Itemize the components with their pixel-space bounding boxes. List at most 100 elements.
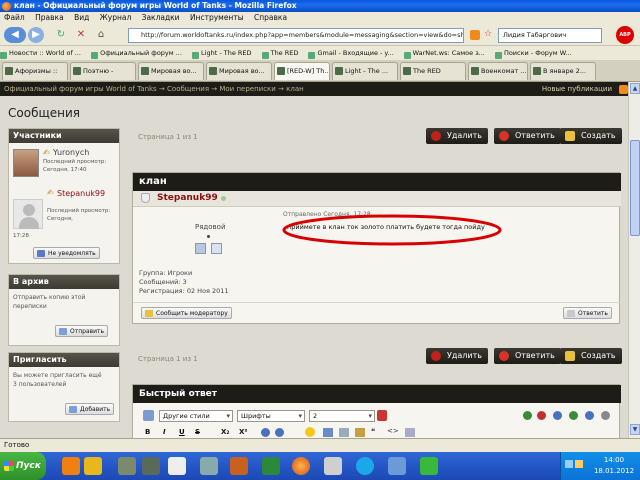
scroll-up-arrow[interactable]: ▲ xyxy=(630,83,640,94)
bookmark-item[interactable]: The RED xyxy=(262,49,299,57)
reload-icon[interactable]: ↻ xyxy=(54,27,68,43)
menu-history[interactable]: Журнал xyxy=(100,13,132,22)
browser-tab[interactable]: Военкомат ... xyxy=(468,62,528,80)
underline-button[interactable]: U xyxy=(179,428,185,436)
game-icon[interactable] xyxy=(142,457,160,475)
browser-tab[interactable]: Поэтню - xyxy=(70,62,136,80)
participant-name[interactable]: Yuronych xyxy=(53,148,89,157)
archive-send-button[interactable]: Отправить xyxy=(55,325,109,337)
app-icon[interactable] xyxy=(168,457,186,475)
invite-add-button[interactable]: Добавить xyxy=(65,403,115,415)
app-icon[interactable] xyxy=(262,457,280,475)
browser-tab-active[interactable]: [RED-W] Th... xyxy=(274,62,330,80)
home-icon[interactable]: ⌂ xyxy=(94,27,108,43)
image-icon[interactable] xyxy=(339,428,349,437)
game-icon[interactable] xyxy=(118,457,136,475)
superscript-button[interactable]: X² xyxy=(239,428,247,436)
fonts-select[interactable]: Шрифты xyxy=(237,410,305,422)
post-reply-button[interactable]: Ответить xyxy=(563,307,612,319)
styles-select[interactable]: Другие стили xyxy=(159,410,233,422)
browser-tab[interactable]: Афоризмы :: xyxy=(2,62,68,80)
browser-tab[interactable]: Мировая во... xyxy=(138,62,204,80)
browser-tab[interactable]: Мировая во... xyxy=(206,62,272,80)
breadcrumb-path[interactable]: Официальный форум игры World of Tanks → … xyxy=(4,85,304,93)
bookmark-item[interactable]: Новости :: World of ... xyxy=(0,49,81,57)
app-icon[interactable] xyxy=(324,457,342,475)
folder-icon[interactable] xyxy=(84,457,102,475)
spoiler-icon[interactable] xyxy=(405,428,415,437)
toolbar-icon[interactable] xyxy=(523,411,532,420)
start-button[interactable]: Пуск xyxy=(0,452,46,480)
menu-edit[interactable]: Правка xyxy=(35,13,64,22)
size-select[interactable]: 2 xyxy=(309,410,375,422)
adblock-icon[interactable]: ABP xyxy=(616,26,634,44)
app-icon[interactable] xyxy=(388,457,406,475)
link-icon[interactable] xyxy=(323,428,333,437)
menu-tools[interactable]: Инструменты xyxy=(190,13,244,22)
subscript-button[interactable]: X₂ xyxy=(221,428,229,436)
bookmark-item[interactable]: WarNet.ws: Самое з... xyxy=(404,49,485,57)
post-author[interactable]: Stepanuk99 xyxy=(157,193,218,203)
search-input[interactable]: Лидия Табаргович xyxy=(498,28,602,43)
avatar[interactable] xyxy=(13,199,43,229)
quote-icon[interactable]: ❝ xyxy=(371,427,375,436)
app-icon[interactable] xyxy=(200,457,218,475)
menu-view[interactable]: Вид xyxy=(74,13,89,22)
back-button[interactable]: ◀ xyxy=(4,27,26,43)
smiley-icon[interactable] xyxy=(305,427,315,437)
italic-button[interactable]: I xyxy=(163,428,166,436)
stop-icon[interactable]: ✕ xyxy=(74,27,88,43)
scroll-thumb[interactable] xyxy=(630,140,640,236)
star-icon[interactable]: ☆ xyxy=(484,29,494,41)
app-icon[interactable] xyxy=(420,457,438,475)
firefox-icon[interactable] xyxy=(292,457,310,475)
forward-button[interactable]: ▶ xyxy=(28,27,44,43)
reply-button[interactable]: Ответить xyxy=(494,128,561,144)
report-button[interactable]: Сообщить модератору xyxy=(141,307,232,319)
profile-icon[interactable] xyxy=(195,243,206,254)
menu-file[interactable]: Файл xyxy=(4,13,25,22)
skype-icon[interactable] xyxy=(356,457,374,475)
app-icon[interactable] xyxy=(230,457,248,475)
bookmark-item[interactable]: Light - The RED xyxy=(192,49,251,57)
browser-tab[interactable]: В январе 2... xyxy=(530,62,596,80)
bookmark-item[interactable]: Gmail - Входящие - y... xyxy=(308,49,393,57)
media-icon[interactable] xyxy=(355,428,365,437)
create-button[interactable]: Создать xyxy=(560,128,622,144)
bookmark-item[interactable]: Поиски - Форум W... xyxy=(495,49,572,57)
rss-feed-icon[interactable] xyxy=(470,30,480,40)
bold-button[interactable]: B xyxy=(145,428,150,436)
avatar[interactable] xyxy=(13,149,39,177)
editor-mode-icon[interactable] xyxy=(143,410,154,421)
participant-name[interactable]: Stepanuk99 xyxy=(57,189,105,198)
color-icon[interactable] xyxy=(377,410,387,421)
toolbar-icon[interactable] xyxy=(601,411,610,420)
no-notify-button[interactable]: Не уведомлять xyxy=(33,247,100,259)
scroll-down-arrow[interactable]: ▼ xyxy=(630,424,640,435)
vlc-icon[interactable] xyxy=(62,457,80,475)
create-button[interactable]: Создать xyxy=(560,348,622,364)
toolbar-icon[interactable] xyxy=(553,411,562,420)
url-bar[interactable]: http://forum.worldoftanks.ru/index.php?a… xyxy=(128,28,464,43)
toolbar-icon[interactable] xyxy=(569,411,578,420)
toolbar-icon[interactable] xyxy=(585,411,594,420)
browser-tab[interactable]: Light - The ... xyxy=(332,62,398,80)
rss-icon[interactable] xyxy=(619,85,628,94)
code-icon[interactable]: <> xyxy=(387,427,399,435)
tray-icon[interactable] xyxy=(575,460,583,468)
delete-button[interactable]: Удалить xyxy=(426,348,488,364)
tray-icon[interactable] xyxy=(565,460,573,468)
menu-help[interactable]: Справка xyxy=(254,13,287,22)
strikethrough-button[interactable]: S xyxy=(195,428,200,436)
delete-button[interactable]: Удалить xyxy=(426,128,488,144)
browser-tab[interactable]: The RED xyxy=(400,62,466,80)
bookmark-item[interactable]: Официальный форум ... xyxy=(91,49,182,57)
toolbar-icon[interactable] xyxy=(261,428,270,437)
vertical-scrollbar[interactable]: ▲ ▼ xyxy=(628,82,640,438)
reply-button[interactable]: Ответить xyxy=(494,348,561,364)
menu-bookmarks[interactable]: Закладки xyxy=(142,13,180,22)
toolbar-icon[interactable] xyxy=(275,428,284,437)
message-icon[interactable] xyxy=(211,243,222,254)
toolbar-icon[interactable] xyxy=(537,411,546,420)
new-posts-link[interactable]: Новые публикации xyxy=(542,82,612,96)
